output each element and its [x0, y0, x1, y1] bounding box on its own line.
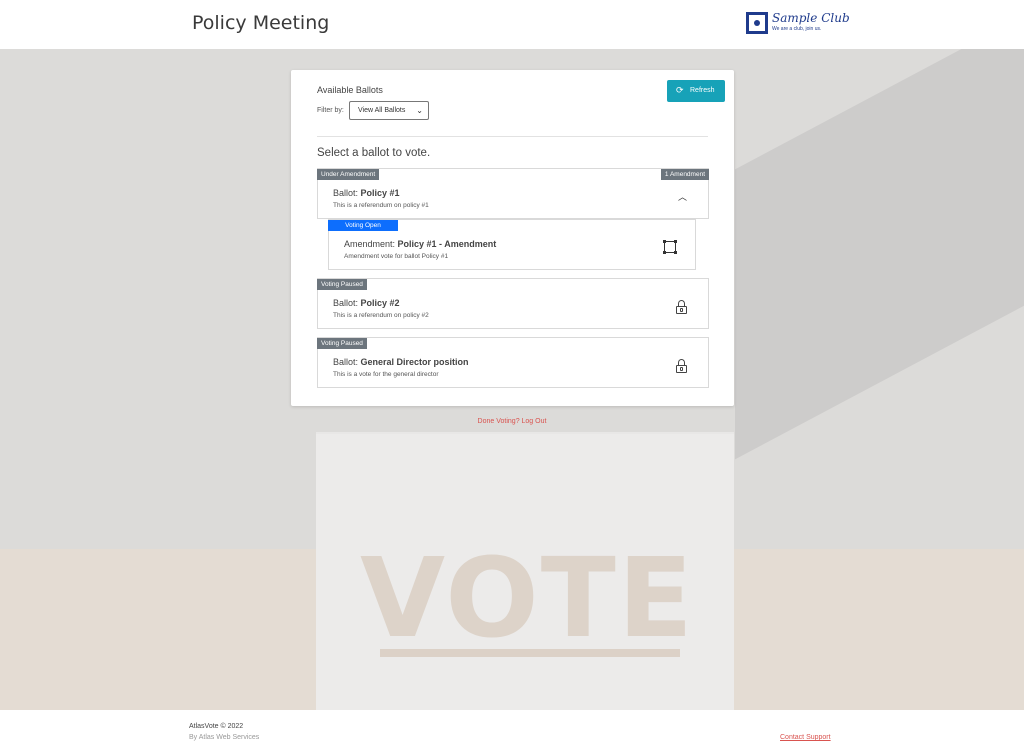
hand-shape: [735, 49, 1024, 460]
card-heading: Available Ballots: [317, 85, 383, 95]
footer: AtlasVote © 2022 By Atlas Web Services C…: [0, 710, 1024, 756]
filter-select-value: View All Ballots: [358, 107, 406, 114]
ballot-policy-2[interactable]: Voting Paused Ballot: Policy #2 This is …: [317, 278, 709, 329]
amendment-description: Amendment vote for ballot Policy #1: [344, 253, 449, 260]
filter-select[interactable]: View All Ballots ⌄: [349, 101, 429, 120]
ballot-title: Ballot: General Director position: [333, 357, 469, 367]
club-logo: Sample Club We are a club, join us.: [746, 11, 850, 39]
copyright-text: AtlasVote © 2022: [189, 723, 244, 730]
ballot-title: Ballot: Policy #2: [333, 298, 400, 308]
vote-checkbox-icon[interactable]: [663, 240, 676, 253]
header: Policy Meeting Sample Club We are a club…: [0, 0, 1024, 49]
logo-name: Sample Club: [772, 11, 850, 25]
refresh-button-label: Refresh: [690, 87, 715, 94]
amendment-policy-1[interactable]: Voting Open Amendment: Policy #1 - Amend…: [328, 219, 696, 270]
logo-tagline: We are a club, join us.: [772, 26, 822, 32]
ballot-policy-1[interactable]: Under Amendment 1 Amendment Ballot: Poli…: [317, 168, 709, 219]
ballot-box-underline: [380, 649, 680, 657]
lock-icon: [676, 359, 687, 373]
lock-icon: [676, 300, 687, 314]
ballot-title: Ballot: Policy #1: [333, 188, 400, 198]
ballot-general-director[interactable]: Voting Paused Ballot: General Director p…: [317, 337, 709, 388]
amendment-title: Amendment: Policy #1 - Amendment: [344, 239, 497, 249]
logo-icon: [746, 12, 768, 34]
ballot-description: This is a referendum on policy #1: [333, 202, 429, 209]
ballots-card: Available Ballots Filter by: View All Ba…: [291, 70, 734, 406]
divider: [317, 136, 708, 137]
refresh-icon: ⟳: [676, 85, 684, 95]
chevron-up-icon[interactable]: ︿: [678, 190, 687, 203]
select-ballot-title: Select a ballot to vote.: [317, 147, 431, 159]
page-title: Policy Meeting: [192, 12, 330, 34]
logout-link[interactable]: Done Voting? Log Out: [0, 418, 1024, 425]
contact-support-link[interactable]: Contact Support: [780, 734, 831, 741]
ballot-box-label: VOTE: [360, 534, 695, 662]
status-badge: Voting Paused: [317, 279, 367, 290]
ballot-description: This is a referendum on policy #2: [333, 312, 429, 319]
amendment-count-badge: 1 Amendment: [660, 169, 709, 180]
company-text: By Atlas Web Services: [189, 734, 260, 741]
ballot-description: This is a vote for the general director: [333, 371, 439, 378]
chevron-down-icon: ⌄: [416, 106, 423, 115]
status-badge: Voting Paused: [317, 338, 367, 349]
status-badge: Voting Open: [328, 220, 398, 231]
filter-label: Filter by:: [317, 107, 344, 114]
refresh-button[interactable]: ⟳ Refresh: [667, 80, 725, 102]
status-badge: Under Amendment: [317, 169, 380, 180]
